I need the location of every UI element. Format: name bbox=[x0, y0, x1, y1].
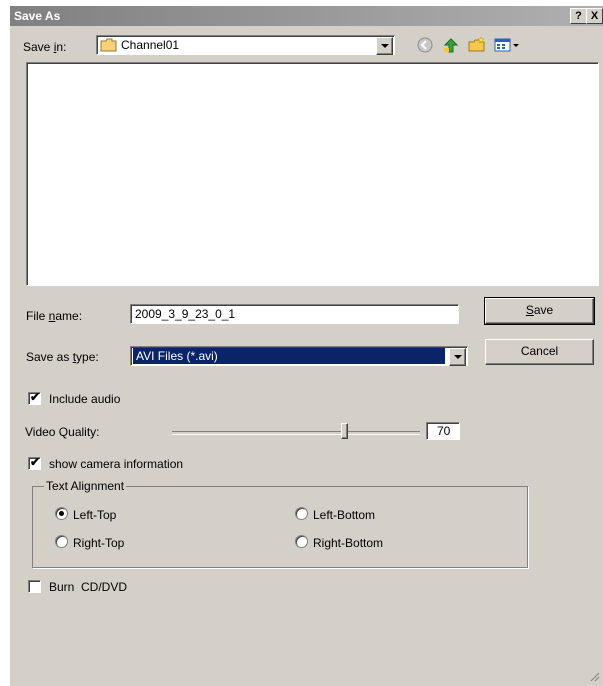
video-quality-track[interactable] bbox=[172, 431, 420, 435]
check-icon: ✔ bbox=[30, 455, 41, 469]
check-icon: ✔ bbox=[30, 390, 41, 404]
radio-right-bottom-label: Right-Bottom bbox=[313, 536, 384, 550]
up-folder-icon[interactable] bbox=[442, 36, 460, 54]
help-button[interactable]: ? bbox=[570, 8, 587, 24]
include-audio-checkbox[interactable]: ✔ bbox=[28, 390, 41, 405]
save-as-dialog: Save As ? X Save in: Channel01 File name… bbox=[10, 6, 603, 686]
include-audio-label: Include audio bbox=[49, 392, 121, 406]
save-in-dropdown-arrow[interactable] bbox=[376, 37, 393, 55]
save-in-value: Channel01 bbox=[121, 38, 180, 52]
video-quality-value: 70 bbox=[437, 424, 451, 438]
radio-left-top[interactable] bbox=[55, 507, 68, 520]
radio-left-top-label: Left-Top bbox=[73, 508, 117, 522]
title-bar: Save As ? X bbox=[10, 6, 603, 26]
dropdown-arrow-icon[interactable] bbox=[449, 348, 466, 366]
save-in-label: Save in: bbox=[23, 40, 67, 54]
burn-cd-dvd-checkbox[interactable] bbox=[28, 580, 41, 593]
new-folder-icon[interactable] bbox=[468, 36, 486, 54]
file-list[interactable] bbox=[26, 62, 599, 286]
text-alignment-legend: Text Alignment bbox=[44, 479, 127, 493]
view-menu-icon[interactable] bbox=[494, 36, 522, 54]
selected-type-highlight: AVI Files (*.avi) bbox=[133, 348, 445, 364]
video-quality-label: Video Quality: bbox=[25, 425, 100, 439]
show-camera-checkbox[interactable]: ✔ bbox=[28, 455, 41, 470]
save-as-type-value: AVI Files (*.avi) bbox=[136, 349, 218, 363]
save-as-type-label: Save as type: bbox=[26, 350, 99, 364]
burn-cd-dvd-label: Burn CD/DVD bbox=[49, 580, 128, 594]
close-button[interactable]: X bbox=[586, 8, 603, 24]
radio-left-bottom[interactable] bbox=[295, 507, 308, 520]
video-quality-value-box[interactable]: 70 bbox=[426, 422, 460, 440]
show-camera-label: show camera information bbox=[49, 457, 184, 471]
radio-left-bottom-label: Left-Bottom bbox=[313, 508, 376, 522]
radio-right-top[interactable] bbox=[55, 535, 68, 548]
save-in-combo[interactable]: Channel01 bbox=[96, 35, 395, 55]
save-as-type-select[interactable]: AVI Files (*.avi) bbox=[130, 346, 468, 366]
back-icon[interactable] bbox=[416, 36, 434, 54]
cancel-button[interactable]: Cancel bbox=[485, 339, 594, 365]
file-name-input[interactable]: 2009_3_9_23_0_1 bbox=[130, 304, 459, 324]
radio-right-top-label: Right-Top bbox=[73, 536, 125, 550]
video-quality-slider-thumb[interactable] bbox=[341, 423, 348, 439]
file-name-label: File name: bbox=[26, 309, 83, 323]
file-name-value: 2009_3_9_23_0_1 bbox=[135, 307, 236, 321]
save-button[interactable]: Save bbox=[484, 297, 595, 325]
radio-dot-icon bbox=[59, 511, 64, 516]
folder-icon bbox=[100, 36, 118, 54]
radio-right-bottom[interactable] bbox=[295, 535, 308, 548]
text-alignment-group bbox=[32, 486, 528, 568]
resize-grip-icon[interactable] bbox=[588, 670, 600, 682]
window-title: Save As bbox=[14, 9, 61, 23]
